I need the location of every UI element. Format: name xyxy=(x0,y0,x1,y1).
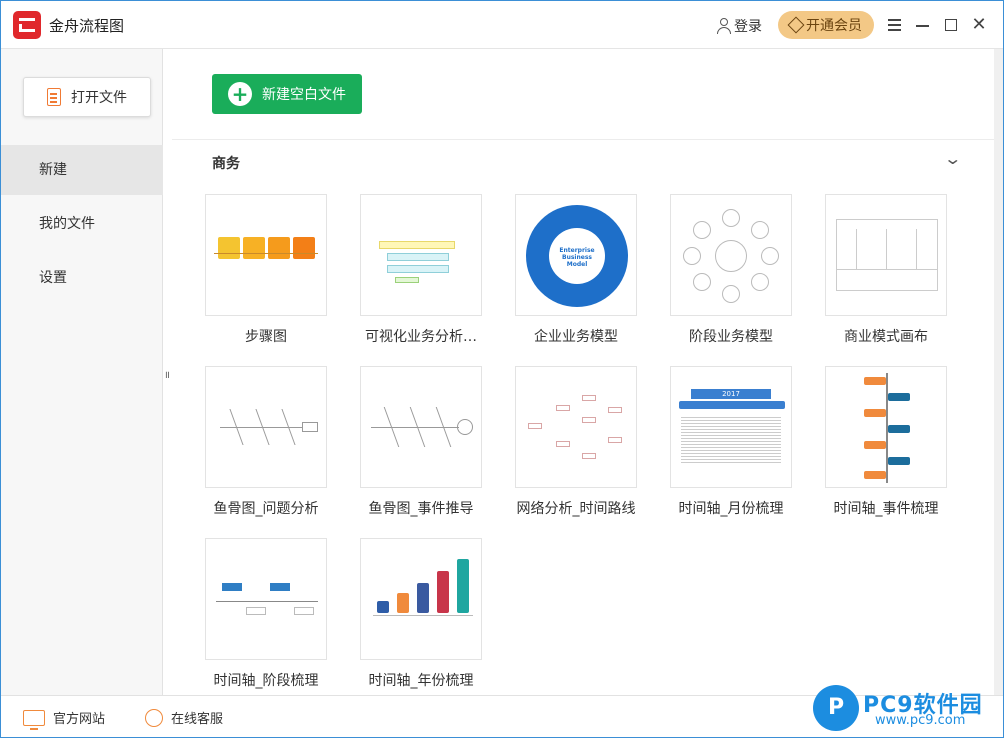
template-card[interactable]: 时间轴_年份梳理 xyxy=(360,538,482,690)
sidebar-collapse-handle[interactable]: ॥ xyxy=(164,367,170,381)
template-card[interactable]: Enterprise Business Model 企业业务模型 xyxy=(515,194,637,346)
sidebar-item-my-files[interactable]: 我的文件 xyxy=(1,199,163,249)
template-card[interactable]: 商业模式画布 xyxy=(825,194,947,346)
app-window: 金舟流程图 登录 开通会员 ✕ 打开文件 新建 我的文件 设置 ॥ + 新建空白… xyxy=(0,0,1004,738)
online-service-label: 在线客服 xyxy=(171,712,224,727)
template-card[interactable]: 时间轴_阶段梳理 xyxy=(205,538,327,690)
template-thumbnail xyxy=(670,194,792,316)
online-service-link[interactable]: 在线客服 xyxy=(145,708,223,727)
template-label: 鱼骨图_问题分析 xyxy=(213,501,319,517)
open-file-label: 打开文件 xyxy=(71,90,127,106)
vertical-scrollbar[interactable] xyxy=(994,49,1003,695)
template-card[interactable]: 可视化业务分析… xyxy=(360,194,482,346)
template-thumbnail: Enterprise Business Model xyxy=(515,194,637,316)
template-thumbnail: 2017 xyxy=(670,366,792,488)
customer-service-icon xyxy=(145,708,163,727)
login-label: 登录 xyxy=(734,19,762,35)
official-website-link[interactable]: 官方网站 xyxy=(23,708,106,730)
close-icon[interactable]: ✕ xyxy=(969,15,989,35)
app-title: 金舟流程图 xyxy=(49,17,125,35)
sidebar-item-new[interactable]: 新建 xyxy=(1,145,163,195)
template-label: 鱼骨图_事件推导 xyxy=(368,501,474,517)
main-panel: + 新建空白文件 商务 ⌄ 步骤图 可视化业务分析… Enterprise Bu… xyxy=(172,49,994,695)
template-card[interactable]: 阶段业务模型 xyxy=(670,194,792,346)
document-icon xyxy=(47,88,61,106)
watermark: P PC9软件园 www.pc9.com xyxy=(813,685,1003,737)
template-thumbnail xyxy=(825,194,947,316)
template-card[interactable]: 时间轴_事件梳理 xyxy=(825,366,947,518)
user-icon xyxy=(717,18,731,34)
diamond-icon xyxy=(787,16,805,34)
chevron-down-icon[interactable]: ⌄ xyxy=(943,149,962,168)
plus-icon: + xyxy=(228,82,252,106)
open-file-button[interactable]: 打开文件 xyxy=(23,77,151,117)
template-thumbnail xyxy=(205,538,327,660)
template-label: 步骤图 xyxy=(245,329,287,345)
sidebar: 打开文件 新建 我的文件 设置 xyxy=(1,49,163,695)
monitor-icon xyxy=(23,709,45,730)
official-website-label: 官方网站 xyxy=(53,712,106,727)
template-thumbnail xyxy=(825,366,947,488)
watermark-url: www.pc9.com xyxy=(875,713,966,728)
minimize-icon[interactable] xyxy=(913,15,933,35)
vip-button[interactable]: 开通会员 xyxy=(778,11,874,39)
new-blank-file-button[interactable]: + 新建空白文件 xyxy=(212,74,362,114)
vip-label: 开通会员 xyxy=(806,18,862,34)
template-card[interactable]: 2017 时间轴_月份梳理 xyxy=(670,366,792,518)
template-thumbnail xyxy=(205,366,327,488)
template-label: 可视化业务分析… xyxy=(365,329,477,345)
template-card[interactable]: 网络分析_时间路线 xyxy=(515,366,637,518)
template-card[interactable]: 鱼骨图_事件推导 xyxy=(360,366,482,518)
menu-icon[interactable] xyxy=(885,15,905,35)
template-thumbnail xyxy=(360,194,482,316)
template-label: 时间轴_年份梳理 xyxy=(368,673,474,689)
template-label: 阶段业务模型 xyxy=(689,329,773,345)
template-label: 时间轴_月份梳理 xyxy=(678,501,784,517)
template-label: 时间轴_阶段梳理 xyxy=(213,673,319,689)
title-bar: 金舟流程图 登录 开通会员 ✕ xyxy=(1,1,1003,49)
template-thumbnail xyxy=(360,366,482,488)
template-thumbnail xyxy=(360,538,482,660)
divider xyxy=(172,139,994,140)
sidebar-item-settings[interactable]: 设置 xyxy=(1,253,163,303)
template-label: 企业业务模型 xyxy=(534,329,618,345)
timeline-year: 2017 xyxy=(691,389,771,399)
template-label: 网络分析_时间路线 xyxy=(516,501,636,517)
template-label: 时间轴_事件梳理 xyxy=(833,501,939,517)
watermark-logo-icon: P xyxy=(813,685,859,731)
section-title: 商务 xyxy=(212,156,240,172)
template-label: 商业模式画布 xyxy=(844,329,928,345)
template-card[interactable]: 步骤图 xyxy=(205,194,327,346)
template-thumbnail xyxy=(205,194,327,316)
template-card[interactable]: 鱼骨图_问题分析 xyxy=(205,366,327,518)
enterprise-model-title: Enterprise Business Model xyxy=(559,247,595,268)
app-logo-icon xyxy=(13,11,41,39)
template-thumbnail xyxy=(515,366,637,488)
login-button[interactable]: 登录 xyxy=(717,16,762,36)
new-blank-file-label: 新建空白文件 xyxy=(262,87,346,103)
maximize-icon[interactable] xyxy=(941,15,961,35)
